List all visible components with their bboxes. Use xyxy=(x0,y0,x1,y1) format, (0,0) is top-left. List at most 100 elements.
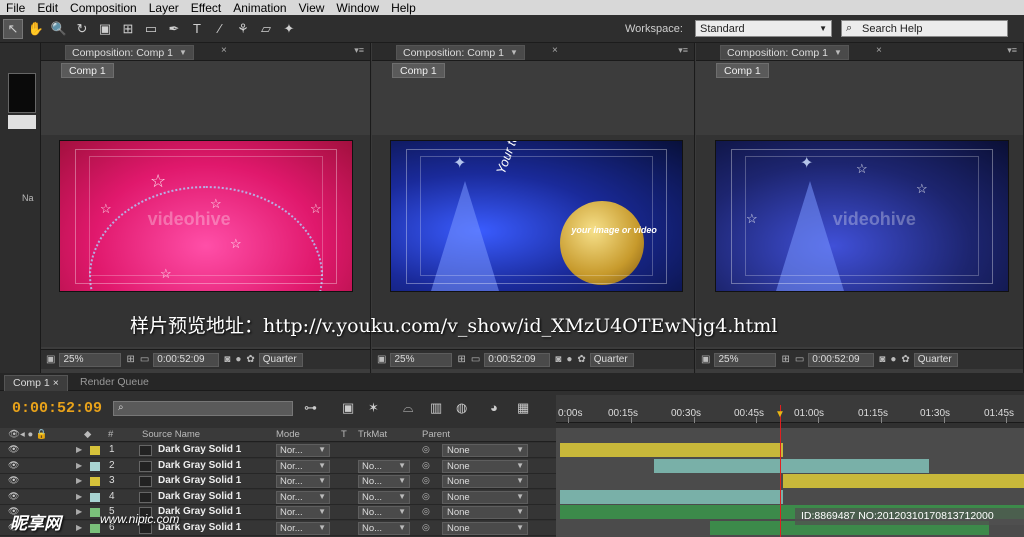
magnification-select[interactable]: 25% xyxy=(714,352,777,367)
color-channels-icon[interactable]: ✿ xyxy=(246,354,254,365)
label-color-swatch[interactable] xyxy=(90,523,100,533)
draft-3d-icon[interactable]: ✶ xyxy=(368,400,379,416)
hide-shy-layers-icon[interactable]: ⌓ xyxy=(403,400,413,416)
layer-duration-bar[interactable] xyxy=(560,443,783,457)
live-update-icon[interactable]: ▣ xyxy=(342,400,354,416)
close-icon[interactable]: × xyxy=(53,377,59,389)
menu-window[interactable]: Window xyxy=(330,1,385,15)
hand-tool-icon[interactable]: ✋ xyxy=(26,19,46,39)
workspace-select[interactable]: Standard ▼ xyxy=(695,20,832,37)
layer-row[interactable]: 👁 ▶ 6 Dark Gray Solid 1 Nor... ▼ No... ▼ ◎ None ▼ xyxy=(0,520,556,536)
pan-behind-icon[interactable]: ⊞ xyxy=(118,19,138,39)
current-time-display[interactable]: 0:00:52:09 xyxy=(808,352,875,367)
eye-icon[interactable]: 👁 xyxy=(8,444,19,455)
expand-triangle-icon[interactable]: ▶ xyxy=(76,476,82,485)
current-time-display[interactable]: 0:00:52:09 xyxy=(484,352,551,367)
parent-select[interactable]: None ▼ xyxy=(442,459,528,473)
resolution-select[interactable]: Quarter xyxy=(589,352,634,367)
eye-icon[interactable]: 👁 xyxy=(8,491,19,502)
label-color-swatch[interactable] xyxy=(90,446,100,455)
comp-breadcrumb[interactable]: Comp 1 xyxy=(392,63,445,78)
layer-row[interactable]: 👁 ▶ 5 Dark Gray Solid 1 Nor... ▼ No... ▼ ◎ None ▼ xyxy=(0,505,556,520)
grid-icon[interactable]: ⊞ xyxy=(781,354,789,365)
panel-menu-icon[interactable]: ▾≡ xyxy=(1007,45,1017,56)
layer-name[interactable]: Dark Gray Solid 1 xyxy=(158,460,241,471)
eye-icon[interactable]: 👁 xyxy=(8,460,19,471)
eye-icon[interactable]: 👁 xyxy=(8,475,19,486)
menu-animation[interactable]: Animation xyxy=(227,1,292,15)
resolution-select[interactable]: Quarter xyxy=(258,352,303,367)
mask-icon[interactable]: ▭ xyxy=(795,354,804,365)
track-matte-select[interactable]: No... ▼ xyxy=(358,459,410,473)
pen-tool-icon[interactable]: ✒ xyxy=(164,19,184,39)
camera-icon[interactable]: ◙ xyxy=(555,354,561,365)
brush-tool-icon[interactable]: ∕ xyxy=(210,19,230,39)
timeline-current-time[interactable]: 0:00:52:09 xyxy=(12,400,102,417)
name-column-header[interactable]: Na xyxy=(22,193,34,203)
chevron-down-icon[interactable]: ▼ xyxy=(179,48,187,57)
col-mode[interactable]: Mode xyxy=(276,429,300,440)
expand-triangle-icon[interactable]: ▶ xyxy=(76,523,82,532)
layer-name[interactable]: Dark Gray Solid 1 xyxy=(158,491,241,502)
zoom-tool-icon[interactable]: 🔍 xyxy=(49,19,69,39)
track-matte-select[interactable]: No... ▼ xyxy=(358,475,410,488)
menu-help[interactable]: Help xyxy=(385,1,422,15)
person-icon[interactable]: ● xyxy=(890,354,896,365)
layer-duration-bar[interactable] xyxy=(654,458,929,473)
tab-composition[interactable]: Composition: Comp 1 ▼ xyxy=(720,45,849,60)
layer-row[interactable]: 👁 ▶ 4 Dark Gray Solid 1 Nor... ▼ No... ▼ ◎ None ▼ xyxy=(0,489,556,505)
blend-mode-select[interactable]: Nor... ▼ xyxy=(276,521,330,535)
grid-icon[interactable]: ⊞ xyxy=(457,354,465,365)
mask-icon[interactable]: ▭ xyxy=(140,354,149,365)
playhead-handle-icon[interactable]: ▼ xyxy=(775,409,785,420)
brainstorm-icon[interactable]: ◕ xyxy=(490,400,498,415)
layer-search-input[interactable]: ⌕ xyxy=(113,401,293,416)
close-icon[interactable]: × xyxy=(876,45,882,56)
comp-breadcrumb[interactable]: Comp 1 xyxy=(716,63,769,78)
label-icon[interactable]: ◆ xyxy=(84,429,91,440)
col-trkmat[interactable]: TrkMat xyxy=(358,429,387,440)
layer-row[interactable]: 👁 ▶ 2 Dark Gray Solid 1 Nor... ▼ No... ▼ ◎ None ▼ xyxy=(0,458,556,474)
time-ruler[interactable]: 0:00s 00:15s 00:30s 00:45s 01:00s 01:15s… xyxy=(556,395,1024,423)
track-matte-select[interactable]: No... ▼ xyxy=(358,521,410,535)
rotate-tool-icon[interactable]: ↻ xyxy=(72,19,92,39)
pick-whip-icon[interactable]: ◎ xyxy=(422,444,430,455)
track-matte-select[interactable]: No... ▼ xyxy=(358,506,410,519)
color-channels-icon[interactable]: ✿ xyxy=(577,354,585,365)
blend-mode-select[interactable]: Nor... ▼ xyxy=(276,475,330,488)
expand-triangle-icon[interactable]: ▶ xyxy=(76,507,82,516)
tab-composition[interactable]: Composition: Comp 1 ▼ xyxy=(65,45,194,60)
chevron-down-icon[interactable]: ▼ xyxy=(834,48,842,57)
layer-row[interactable]: 👁 ▶ 3 Dark Gray Solid 1 Nor... ▼ No... ▼ ◎ None ▼ xyxy=(0,474,556,489)
current-time-indicator[interactable] xyxy=(780,405,781,537)
chevron-down-icon[interactable]: ▼ xyxy=(510,48,518,57)
parent-select[interactable]: None ▼ xyxy=(442,506,528,519)
pick-whip-icon[interactable]: ◎ xyxy=(422,460,430,471)
comp-mini-flowchart-icon[interactable]: ⊶ xyxy=(304,400,317,416)
expand-triangle-icon[interactable]: ▶ xyxy=(76,461,82,470)
type-tool-icon[interactable]: T xyxy=(187,19,207,39)
menu-layer[interactable]: Layer xyxy=(143,1,185,15)
pick-whip-icon[interactable]: ◎ xyxy=(422,491,430,502)
close-icon[interactable]: × xyxy=(552,45,558,56)
blend-mode-select[interactable]: Nor... ▼ xyxy=(276,490,330,504)
clone-stamp-icon[interactable]: ⚘ xyxy=(233,19,253,39)
resolution-select[interactable]: Quarter xyxy=(913,352,958,367)
graph-editor-icon[interactable]: ▦ xyxy=(517,400,529,416)
tab-comp-1[interactable]: Comp 1 × xyxy=(4,375,68,391)
pick-whip-icon[interactable]: ◎ xyxy=(422,506,430,517)
blend-mode-select[interactable]: Nor... ▼ xyxy=(276,506,330,519)
layer-name[interactable]: Dark Gray Solid 1 xyxy=(158,475,241,486)
label-color-swatch[interactable] xyxy=(90,508,100,517)
camera-icon[interactable]: ◙ xyxy=(879,354,885,365)
blend-mode-select[interactable]: Nor... ▼ xyxy=(276,444,330,457)
mask-icon[interactable]: ▭ xyxy=(471,354,480,365)
panel-menu-icon[interactable]: ▾≡ xyxy=(678,45,688,56)
menu-view[interactable]: View xyxy=(293,1,331,15)
layer-duration-bar[interactable] xyxy=(782,474,1024,488)
expand-triangle-icon[interactable]: ▶ xyxy=(76,492,82,501)
current-time-display[interactable]: 0:00:52:09 xyxy=(153,352,220,367)
region-icon[interactable]: ▣ xyxy=(46,354,55,365)
comp-breadcrumb[interactable]: Comp 1 xyxy=(61,63,114,78)
col-t[interactable]: T xyxy=(341,429,347,440)
